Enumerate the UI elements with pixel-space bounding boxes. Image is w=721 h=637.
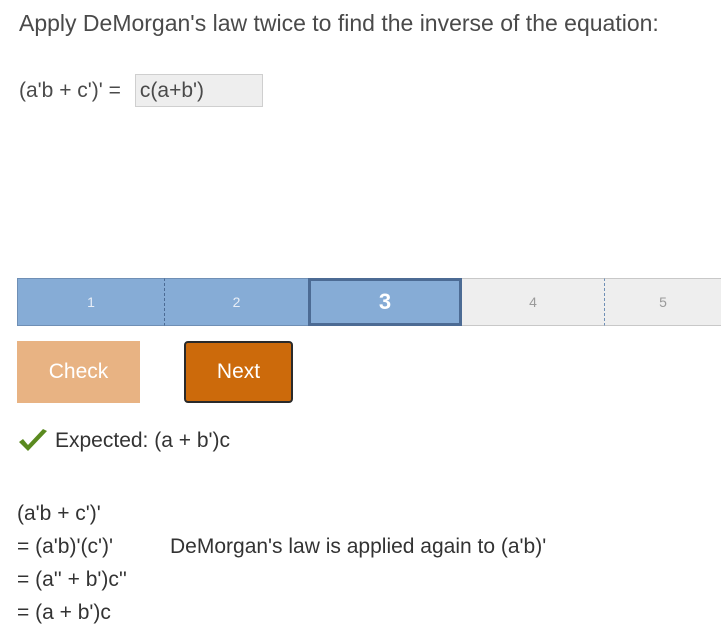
- feedback-message: Expected: (a + b')c: [17, 424, 230, 458]
- progress-step-3[interactable]: 3: [308, 278, 462, 326]
- progress-bar: 1 2 3 4 5: [17, 278, 721, 326]
- solution-block: (a'b + c')' = (a'b)'(c')' = (a'' + b')c'…: [17, 497, 546, 629]
- progress-step-label: 1: [87, 294, 95, 310]
- equation-lhs: (a'b + c')' =: [19, 78, 121, 102]
- progress-step-label: 4: [529, 294, 537, 310]
- feedback-text: Expected: (a + b')c: [55, 429, 231, 452]
- solution-line-2: = (a'b)'(c')': [17, 535, 113, 558]
- progress-step-4[interactable]: 4: [462, 278, 605, 326]
- solution-line-4: = (a + b')c: [17, 601, 111, 624]
- progress-step-label: 2: [232, 294, 241, 310]
- answer-input[interactable]: c(a+b'): [134, 74, 263, 107]
- progress-step-label: 3: [378, 289, 392, 314]
- solution-line-3: = (a'' + b')c'': [17, 568, 127, 591]
- solution-line-1: (a'b + c')': [17, 502, 101, 525]
- checkmark-icon: [19, 429, 47, 451]
- instruction-text: Apply DeMorgan's law twice to find the i…: [19, 10, 659, 36]
- progress-step-5[interactable]: 5: [605, 278, 721, 326]
- progress-step-2[interactable]: 2: [165, 278, 308, 326]
- question-row: (a'b + c')' = c(a+b'): [19, 74, 263, 107]
- progress-step-label: 5: [659, 294, 667, 310]
- progress-step-1[interactable]: 1: [17, 278, 165, 326]
- solution-note: DeMorgan's law is applied again to (a'b)…: [170, 535, 547, 558]
- next-button[interactable]: Next: [184, 341, 293, 403]
- check-button[interactable]: Check: [17, 341, 140, 403]
